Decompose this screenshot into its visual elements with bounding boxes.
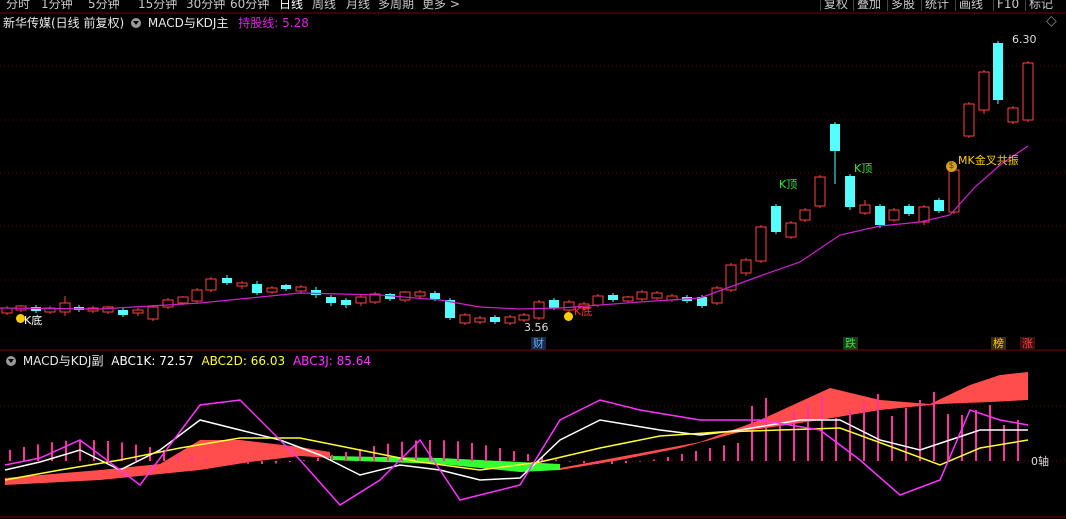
- candle-body: [993, 43, 1003, 100]
- candle-body: [549, 300, 559, 308]
- candle-body: [490, 317, 500, 322]
- candle-body: [963, 103, 975, 137]
- candle-body: [162, 299, 174, 308]
- mk-cross-signal: MK金叉共振: [958, 154, 1019, 167]
- candle-body: [740, 259, 752, 274]
- candle-body: [355, 296, 367, 304]
- candle-body: [563, 301, 575, 311]
- candle-body: [799, 209, 811, 221]
- candle-body: [474, 317, 486, 323]
- candle-body: [859, 204, 871, 214]
- candle-body: [518, 314, 530, 321]
- candle-body: [295, 286, 307, 292]
- candle-body: [311, 290, 321, 295]
- candle-body: [608, 295, 618, 300]
- candle-body: [205, 278, 217, 291]
- drop-marker[interactable]: 跌: [843, 337, 858, 350]
- signal-dot-icon: [16, 314, 25, 323]
- signal-dot-icon: [564, 312, 573, 321]
- candle-body: [236, 282, 248, 287]
- candle-body: [430, 293, 440, 299]
- candle-body: [771, 206, 781, 232]
- k-bottom-signal: K底: [24, 314, 43, 327]
- candle-body: [845, 176, 855, 207]
- candle-body: [888, 209, 900, 221]
- candle-body: [341, 300, 351, 305]
- candle-body: [533, 301, 545, 319]
- candle-body: [414, 291, 426, 297]
- low-price-label: 3.56: [524, 321, 549, 334]
- k-top-signal: K顶: [854, 162, 873, 175]
- ranking-marker[interactable]: 榜: [991, 337, 1006, 350]
- candle-body: [281, 285, 291, 289]
- candle-body: [622, 296, 634, 302]
- candle-body: [814, 176, 826, 207]
- finance-marker[interactable]: 财: [531, 337, 546, 350]
- sub-indicator-series: [4, 372, 1029, 506]
- candle-body: [222, 278, 232, 283]
- candle-body: [326, 297, 336, 303]
- candle-body: [1, 307, 13, 314]
- candle-body: [592, 295, 604, 306]
- chart-canvas: [0, 12, 1066, 518]
- holding-line: [0, 145, 1029, 310]
- candle-body: [785, 222, 797, 238]
- candle-body: [978, 71, 990, 111]
- candle-body: [1022, 62, 1034, 121]
- candle-body: [118, 310, 128, 315]
- candle-body: [934, 200, 944, 211]
- candle-body: [904, 206, 914, 214]
- candle-body: [191, 289, 203, 302]
- candle-body: [132, 309, 144, 314]
- k-bottom-signal: K底: [574, 305, 593, 318]
- rise-marker[interactable]: 涨: [1020, 337, 1035, 350]
- histogram-area: [5, 440, 330, 485]
- candle-body: [59, 302, 71, 313]
- candle-body: [755, 226, 767, 262]
- candle-body: [252, 284, 262, 293]
- candle-body: [504, 316, 516, 324]
- candle-body: [147, 306, 159, 320]
- candle-body: [636, 291, 648, 300]
- candle-body: [31, 307, 41, 311]
- candle-body: [177, 296, 189, 304]
- candle-body: [459, 314, 471, 324]
- money-bag-icon: $: [946, 161, 957, 172]
- high-price-label: 6.30: [1012, 33, 1037, 46]
- k-top-signal: K顶: [779, 178, 798, 191]
- zero-axis-label: 0轴: [1031, 455, 1049, 468]
- candle-body: [875, 206, 885, 225]
- candle-body: [266, 287, 278, 293]
- candle-body: [830, 124, 840, 151]
- candlestick-series: [1, 41, 1034, 325]
- candle-body: [651, 292, 663, 299]
- candle-body: [399, 291, 411, 301]
- candle-body: [1007, 107, 1019, 123]
